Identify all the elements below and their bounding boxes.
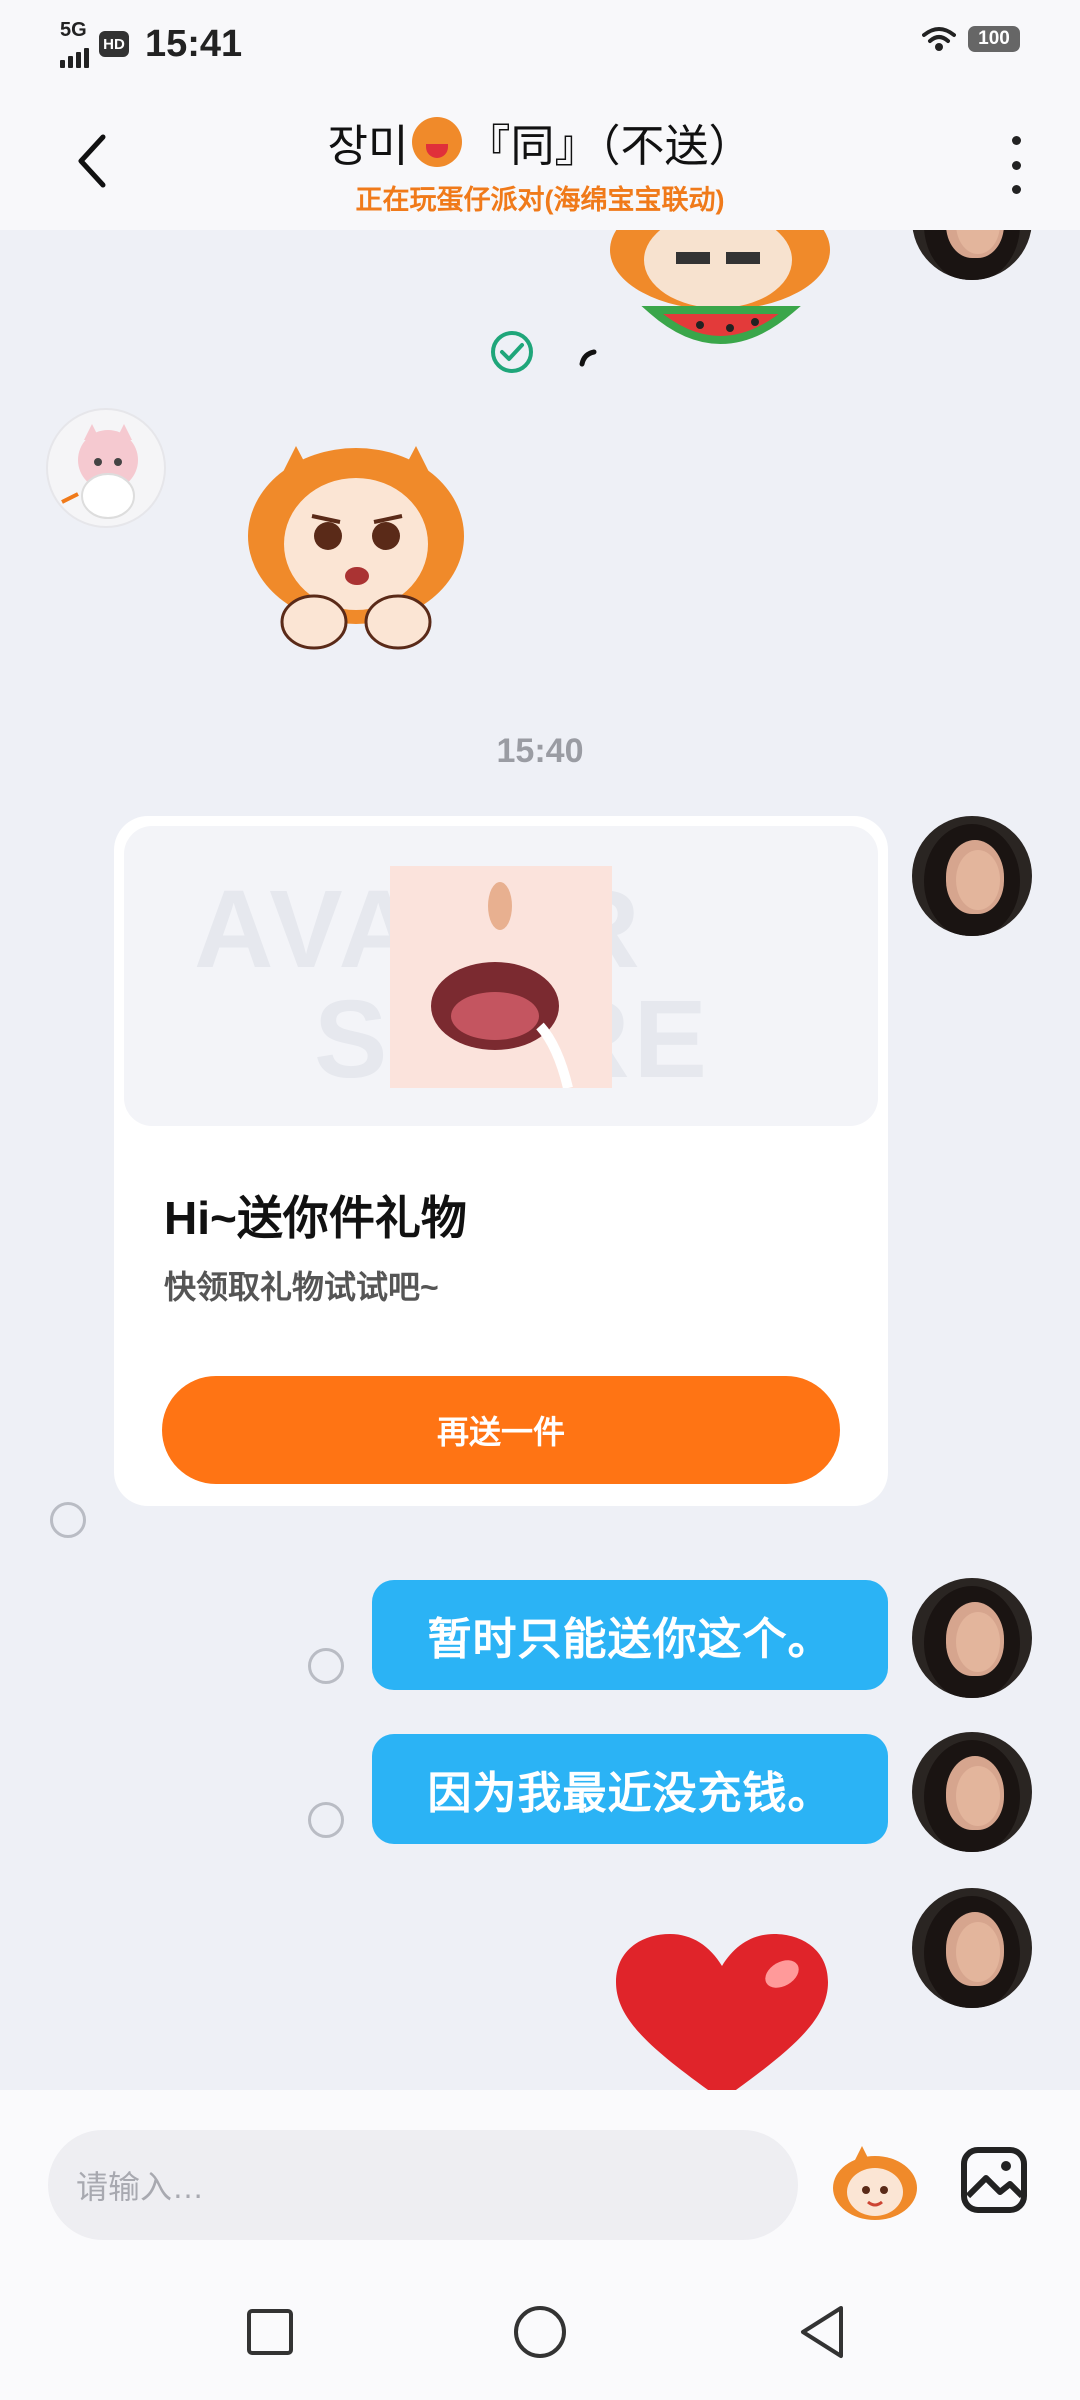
signal-icon bbox=[60, 40, 89, 68]
gift-title: Hi~送你件礼物 bbox=[164, 1192, 467, 1244]
network-type: 5G bbox=[60, 19, 87, 41]
avatar[interactable] bbox=[46, 408, 166, 528]
sticker-crying[interactable] bbox=[236, 426, 476, 666]
hd-badge: HD bbox=[99, 31, 129, 57]
back-button[interactable] bbox=[62, 126, 122, 196]
unread-status-icon bbox=[50, 1502, 86, 1538]
recent-apps-button[interactable] bbox=[230, 2292, 310, 2372]
chat-messages[interactable]: 15:40 AVATAR STORE Hi~送你件礼物 快领取礼物试试吧~ 再送… bbox=[0, 230, 1080, 2090]
sticker-heart[interactable] bbox=[612, 1930, 832, 2090]
chat-status-subtitle: 正在玩蛋仔派对(海绵宝宝联动) bbox=[355, 185, 725, 215]
more-dot-icon bbox=[1011, 136, 1021, 145]
unread-status-icon bbox=[308, 1802, 344, 1838]
gift-image bbox=[390, 866, 612, 1090]
more-dot-icon bbox=[1011, 160, 1021, 170]
loading-spinner-icon bbox=[579, 349, 597, 367]
status-bar: 5G HD 15:41 100 bbox=[0, 0, 1080, 86]
gift-subtitle: 快领取礼物试试吧~ bbox=[164, 1269, 439, 1305]
message-bubble[interactable]: 因为我最近没充钱。 bbox=[372, 1734, 888, 1844]
gift-card[interactable]: AVATAR STORE Hi~送你件礼物 快领取礼物试试吧~ 再送一件 bbox=[114, 816, 888, 1506]
emoji-sticker-button[interactable] bbox=[830, 2144, 920, 2224]
avatar[interactable] bbox=[912, 230, 1032, 280]
back-nav-button[interactable] bbox=[782, 2292, 862, 2372]
circle-icon bbox=[514, 2306, 566, 2358]
chat-title-block[interactable]: 장미 『同』（不送） 正在玩蛋仔派对(海绵宝宝联动) bbox=[140, 110, 940, 217]
hot-face-emoji-icon bbox=[412, 117, 463, 167]
egg-sticker-icon bbox=[833, 2146, 917, 2220]
more-dot-icon bbox=[1011, 185, 1021, 194]
chat-header: 장미 『同』（不送） 正在玩蛋仔派对(海绵宝宝联动) bbox=[0, 86, 1080, 230]
avatar[interactable] bbox=[912, 1732, 1032, 1852]
status-time: 15:41 bbox=[145, 22, 243, 65]
status-left: 5G HD 15:41 bbox=[60, 20, 242, 68]
send-another-button[interactable]: 再送一件 bbox=[162, 1376, 840, 1484]
triangle-back-icon bbox=[801, 2306, 843, 2358]
more-options-button[interactable] bbox=[996, 130, 1036, 200]
avatar-character bbox=[61, 424, 138, 519]
read-check-icon bbox=[491, 331, 533, 373]
message-input[interactable]: 请输入… bbox=[48, 2130, 798, 2240]
avatar[interactable] bbox=[912, 816, 1032, 936]
chat-title: 장미 『同』（不送） bbox=[327, 110, 753, 174]
home-button[interactable] bbox=[500, 2292, 580, 2372]
system-nav-bar bbox=[0, 2270, 1080, 2400]
status-right: 100 bbox=[922, 26, 1020, 52]
message-bubble[interactable]: 暂时只能送你这个。 bbox=[372, 1580, 888, 1690]
battery-icon: 100 bbox=[968, 26, 1020, 52]
chat-title-tag: 『同』（不送） bbox=[466, 122, 753, 171]
message-timestamp: 15:40 bbox=[496, 732, 584, 770]
unread-status-icon bbox=[308, 1648, 344, 1684]
sticker-watermelon[interactable] bbox=[590, 230, 850, 360]
chevron-left-icon bbox=[78, 134, 106, 188]
chat-title-name: 장미 bbox=[327, 122, 409, 171]
input-bar: 请输入… bbox=[0, 2090, 1080, 2270]
image-icon bbox=[961, 2147, 1027, 2213]
square-icon bbox=[247, 2309, 293, 2355]
message-input-placeholder: 请输入… bbox=[76, 2169, 205, 2205]
avatar[interactable] bbox=[912, 1578, 1032, 1698]
gift-banner: AVATAR STORE bbox=[124, 826, 878, 1126]
send-image-button[interactable] bbox=[958, 2144, 1030, 2216]
gift-mouth-image bbox=[431, 882, 573, 1090]
avatar[interactable] bbox=[912, 1888, 1032, 2008]
wifi-icon bbox=[922, 27, 956, 51]
